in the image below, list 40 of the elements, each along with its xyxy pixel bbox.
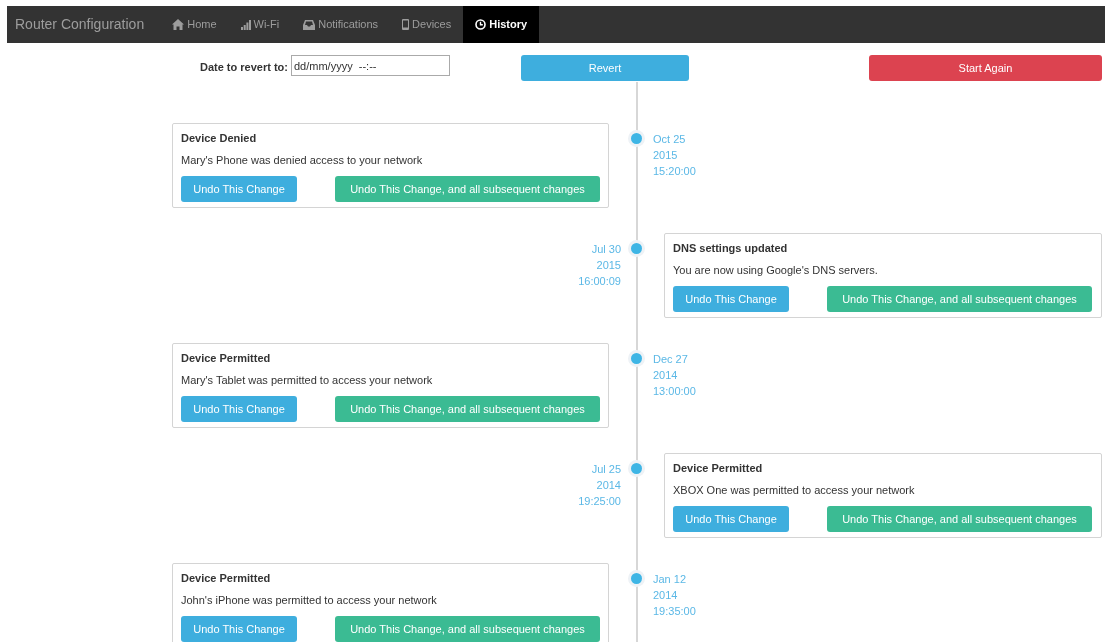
event-title: Device Denied [181, 131, 258, 145]
date-label: Date to revert to: [199, 60, 288, 75]
undo-button[interactable]: Undo This Change [673, 506, 789, 532]
event-date: Dec 27 2014 13:00:00 [653, 352, 696, 399]
signal-icon [240, 19, 251, 30]
undo-all-button[interactable]: Undo This Change, and all subsequent changes [335, 176, 600, 202]
event-date: Jul 25 2014 19:25:00 [578, 462, 621, 509]
nav-tab[interactable]: Notifications [291, 6, 391, 43]
event-description: John's iPhone was permitted to access your network [181, 593, 438, 607]
event-date: Jul 30 2015 16:00:09 [578, 242, 621, 289]
nav-tab[interactable]: Home [160, 6, 229, 43]
event-title: Device Permitted [181, 571, 272, 585]
undo-button[interactable]: Undo This Change [673, 286, 789, 312]
inbox-icon [303, 19, 316, 30]
event-title: Device Permitted [181, 351, 272, 365]
undo-button[interactable]: Undo This Change [181, 396, 297, 422]
revert-button[interactable]: Revert [521, 55, 689, 81]
date-field[interactable]: dd/mm/yyyy --:-- [291, 55, 450, 76]
event-date: Oct 25 2015 15:20:00 [653, 132, 696, 179]
undo-button[interactable]: Undo This Change [181, 616, 297, 642]
brand-title[interactable]: Router Configuration [7, 6, 161, 43]
event-date: Jan 12 2014 19:35:00 [653, 572, 696, 619]
nav-tab[interactable]: Wi-Fi [228, 6, 292, 43]
phone-icon [402, 19, 410, 30]
undo-all-button[interactable]: Undo This Change, and all subsequent changes [335, 616, 600, 642]
nav-tab[interactable]: Devices [390, 6, 464, 43]
event-title: DNS settings updated [673, 241, 789, 255]
event-description: You are now using Google's DNS servers. [673, 263, 879, 277]
home-icon [172, 19, 185, 30]
start-again-button[interactable]: Start Again [869, 55, 1102, 81]
undo-all-button[interactable]: Undo This Change, and all subsequent changes [827, 286, 1092, 312]
clock-icon [475, 19, 487, 30]
undo-all-button[interactable]: Undo This Change, and all subsequent changes [827, 506, 1092, 532]
undo-all-button[interactable]: Undo This Change, and all subsequent changes [335, 396, 600, 422]
event-description: XBOX One was permitted to access your network [673, 483, 916, 497]
nav-tab[interactable]: History [463, 6, 540, 43]
event-description: Mary's Tablet was permitted to access your network [181, 373, 434, 387]
event-description: Mary's Phone was denied access to your network [181, 153, 424, 167]
event-title: Device Permitted [673, 461, 764, 475]
undo-button[interactable]: Undo This Change [181, 176, 297, 202]
